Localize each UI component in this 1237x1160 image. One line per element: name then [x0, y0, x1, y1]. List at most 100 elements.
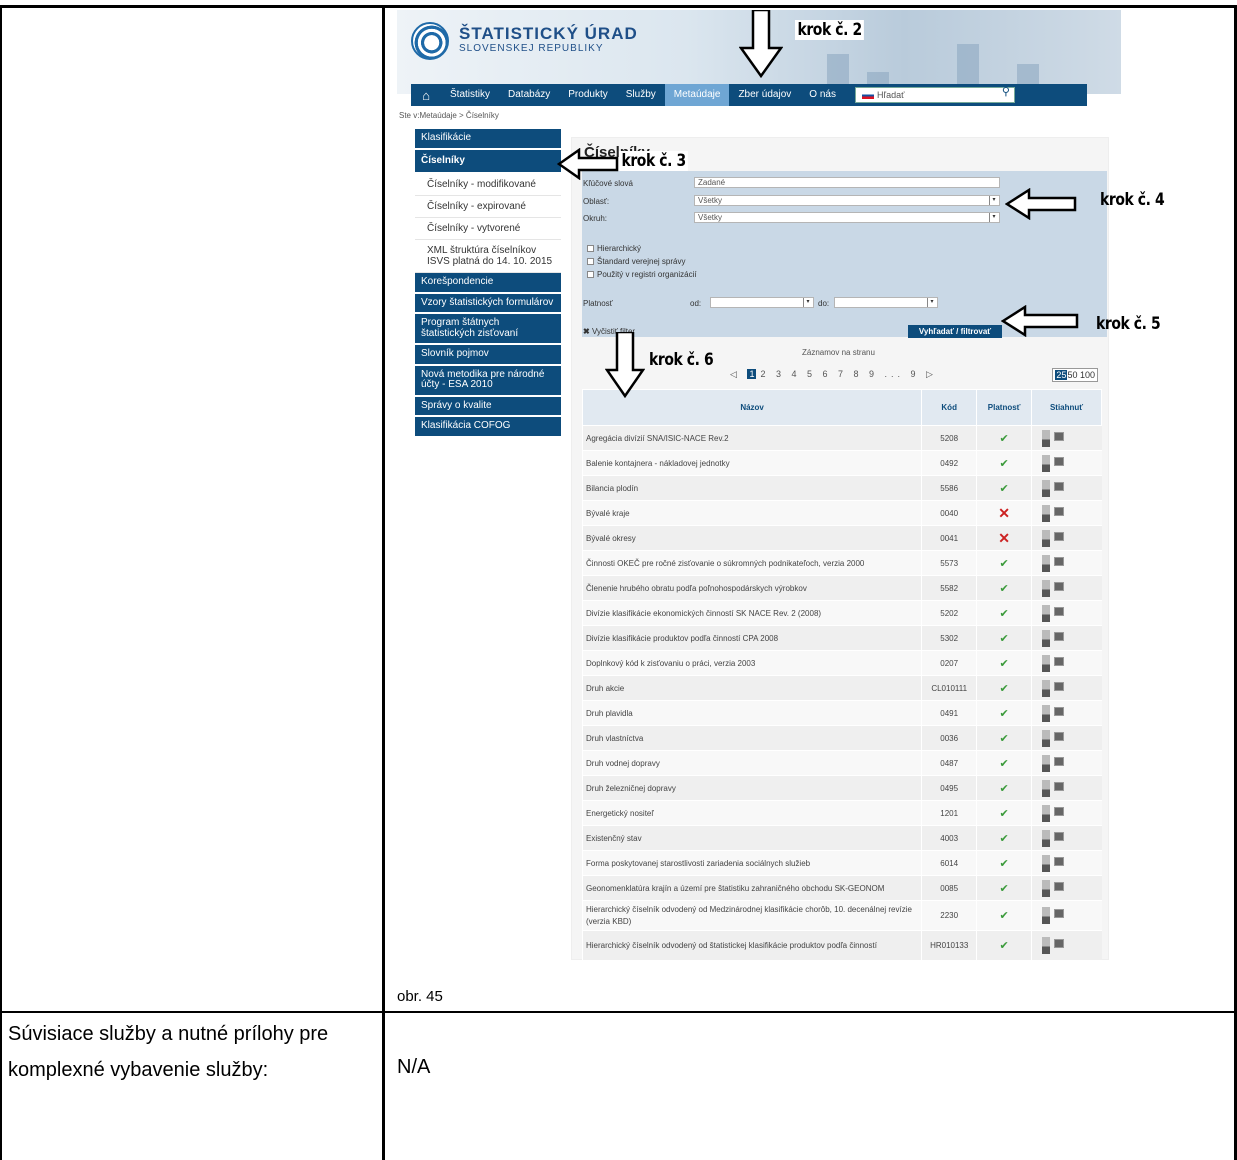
next-page-icon[interactable]: ▷ [926, 369, 937, 379]
table-row[interactable]: Bilancia plodín 5586 ✔ [581, 475, 1102, 501]
download-xml-icon[interactable] [1054, 681, 1065, 691]
table-row[interactable]: Energetický nositeľ 1201 ✔ [581, 800, 1102, 826]
table-row[interactable]: Divízie klasifikácie ekonomických činnos… [581, 600, 1102, 626]
download-xml-icon[interactable] [1054, 881, 1065, 891]
nav-item-statistiky[interactable]: Štatistiky [441, 84, 499, 106]
download-csv-icon[interactable] [1042, 704, 1051, 722]
download-csv-icon[interactable] [1042, 654, 1051, 672]
circle-select[interactable]: Všetky ▾ [694, 212, 1000, 223]
download-csv-icon[interactable] [1042, 829, 1051, 847]
row-name[interactable]: Druh plavidla [581, 700, 922, 726]
sidebar-item-korespondencie[interactable]: Korešpondencie [415, 273, 561, 292]
row-name[interactable]: Divízie klasifikácie ekonomických činnos… [581, 600, 922, 626]
table-row[interactable]: Hierarchický číselník odvodený od štatis… [581, 930, 1102, 960]
download-xml-icon[interactable] [1054, 781, 1065, 791]
nav-item-databazy[interactable]: Databázy [499, 84, 559, 106]
download-xml-icon[interactable] [1054, 939, 1065, 948]
table-row[interactable]: Členenie hrubého obratu podľa poľnohospo… [581, 575, 1102, 601]
download-xml-icon[interactable] [1054, 806, 1065, 816]
download-csv-icon[interactable] [1042, 879, 1051, 897]
table-row[interactable]: Druh vodnej dopravy 0487 ✔ [581, 750, 1102, 776]
table-row[interactable]: Druh plavidla 0491 ✔ [581, 700, 1102, 726]
download-xml-icon[interactable] [1054, 706, 1065, 716]
table-row[interactable]: Geonomenklatúra krajín a území pre štati… [581, 875, 1102, 901]
row-name[interactable]: Druh akcie [581, 675, 922, 701]
sidebar-subitem-modifikovane[interactable]: Číselníky - modifikované [415, 174, 561, 196]
download-xml-icon[interactable] [1054, 856, 1065, 866]
sidebar-item-esa[interactable]: Nová metodika pre národné účty - ESA 201… [415, 365, 561, 395]
table-row[interactable]: Balenie kontajnera - nákladovej jednotky… [581, 450, 1102, 476]
download-csv-icon[interactable] [1042, 729, 1051, 747]
checkbox-hierarchical[interactable]: Hierarchický [587, 244, 641, 253]
download-xml-icon[interactable] [1054, 506, 1065, 516]
table-row[interactable]: Bývalé okresy 0041 ✕ [581, 525, 1102, 551]
download-xml-icon[interactable] [1054, 606, 1065, 616]
table-row[interactable]: Druh železničnej dopravy 0495 ✔ [581, 775, 1102, 801]
row-name[interactable]: Bývalé kraje [581, 500, 922, 526]
sidebar-subitem-vytvorene[interactable]: Číselníky - vytvorené [415, 218, 561, 240]
row-name[interactable]: Hierarchický číselník odvodený od Medzin… [581, 900, 922, 931]
download-xml-icon[interactable] [1054, 631, 1065, 641]
home-icon[interactable]: ⌂ [411, 88, 441, 103]
nav-item-produkty[interactable]: Produkty [559, 84, 616, 106]
download-csv-icon[interactable] [1042, 479, 1051, 497]
date-from-field[interactable]: ▾ [710, 297, 814, 308]
row-name[interactable]: Členenie hrubého obratu podľa poľnohospo… [581, 575, 922, 601]
date-to-field[interactable]: ▾ [834, 297, 938, 308]
nav-item-zber-udajov[interactable]: Zber údajov [729, 84, 800, 106]
download-csv-icon[interactable] [1042, 554, 1051, 572]
download-csv-icon[interactable] [1042, 454, 1051, 472]
sidebar-item-klasifikacie[interactable]: Klasifikácie [415, 129, 561, 148]
current-page[interactable]: 1 [747, 369, 757, 379]
row-name[interactable]: Druh železničnej dopravy [581, 775, 922, 801]
download-xml-icon[interactable] [1054, 581, 1065, 591]
sidebar-subitem-xml[interactable]: XML štruktúra číselníkov ISVS platná do … [415, 240, 561, 273]
row-name[interactable]: Existenčný stav [581, 825, 922, 851]
row-name[interactable]: Druh vlastníctva [581, 725, 922, 751]
download-xml-icon[interactable] [1054, 756, 1065, 766]
checkbox-box[interactable] [587, 245, 594, 253]
download-csv-icon[interactable] [1042, 937, 1051, 954]
download-csv-icon[interactable] [1042, 779, 1051, 797]
col-header-validity[interactable]: Platnosť [976, 389, 1033, 426]
checkbox-standard[interactable]: Štandard verejnej správy [587, 257, 686, 266]
download-csv-icon[interactable] [1042, 679, 1051, 697]
download-xml-icon[interactable] [1054, 531, 1065, 541]
page-links[interactable]: 2 3 4 5 6 7 8 9 ... 9 [760, 369, 919, 379]
sidebar-item-vzory[interactable]: Vzory štatistických formulárov [415, 293, 561, 312]
prev-page-icon[interactable]: ◁ [730, 369, 741, 379]
row-name[interactable]: Hierarchický číselník odvodený od štatis… [581, 930, 922, 960]
table-row[interactable]: Hierarchický číselník odvodený od Medzin… [581, 900, 1102, 931]
checkbox-box[interactable] [587, 258, 594, 266]
table-row[interactable]: Druh akcie CL010111 ✔ [581, 675, 1102, 701]
checkbox-register[interactable]: Použitý v registri organizácií [587, 270, 697, 279]
download-xml-icon[interactable] [1054, 656, 1065, 666]
sidebar-item-slovnik[interactable]: Slovník pojmov [415, 345, 561, 364]
download-xml-icon[interactable] [1054, 456, 1065, 466]
download-xml-icon[interactable] [1054, 909, 1065, 918]
sidebar-subitem-expirovane[interactable]: Číselníky - expirované [415, 196, 561, 218]
download-xml-icon[interactable] [1054, 481, 1065, 491]
per-page-option-50[interactable]: 50 [1067, 370, 1077, 380]
nav-item-o-nas[interactable]: O nás [800, 84, 845, 106]
table-row[interactable]: Druh vlastníctva 0036 ✔ [581, 725, 1102, 751]
search-icon[interactable]: ⚲ [1002, 85, 1010, 99]
table-row[interactable]: Agregácia divízií SNA/ISIC-NACE Rev.2 520… [581, 425, 1102, 451]
row-name[interactable]: Divízie klasifikácie produktov podľa čin… [581, 625, 922, 651]
sidebar-item-program[interactable]: Program štátnych štatistických zisťovaní [415, 314, 561, 343]
per-page-option-25[interactable]: 25 [1055, 370, 1068, 380]
download-csv-icon[interactable] [1042, 754, 1051, 772]
download-csv-icon[interactable] [1042, 579, 1051, 597]
download-csv-icon[interactable] [1042, 429, 1051, 447]
area-select[interactable]: Všetky ▾ [694, 195, 1000, 206]
keyword-field[interactable]: Zadané [694, 177, 1000, 188]
row-name[interactable]: Doplnkový kód k zisťovaniu o práci, verz… [581, 650, 922, 676]
checkbox-box[interactable] [587, 271, 594, 279]
row-name[interactable]: Druh vodnej dopravy [581, 750, 922, 776]
download-xml-icon[interactable] [1054, 556, 1065, 566]
row-name[interactable]: Energetický nositeľ [581, 800, 922, 826]
download-csv-icon[interactable] [1042, 629, 1051, 647]
table-row[interactable]: Činnosti OKEČ pre ročné zisťovanie o súk… [581, 550, 1102, 576]
row-name[interactable]: Forma poskytovanej starostlivosti zariad… [581, 850, 922, 876]
download-csv-icon[interactable] [1042, 907, 1051, 924]
